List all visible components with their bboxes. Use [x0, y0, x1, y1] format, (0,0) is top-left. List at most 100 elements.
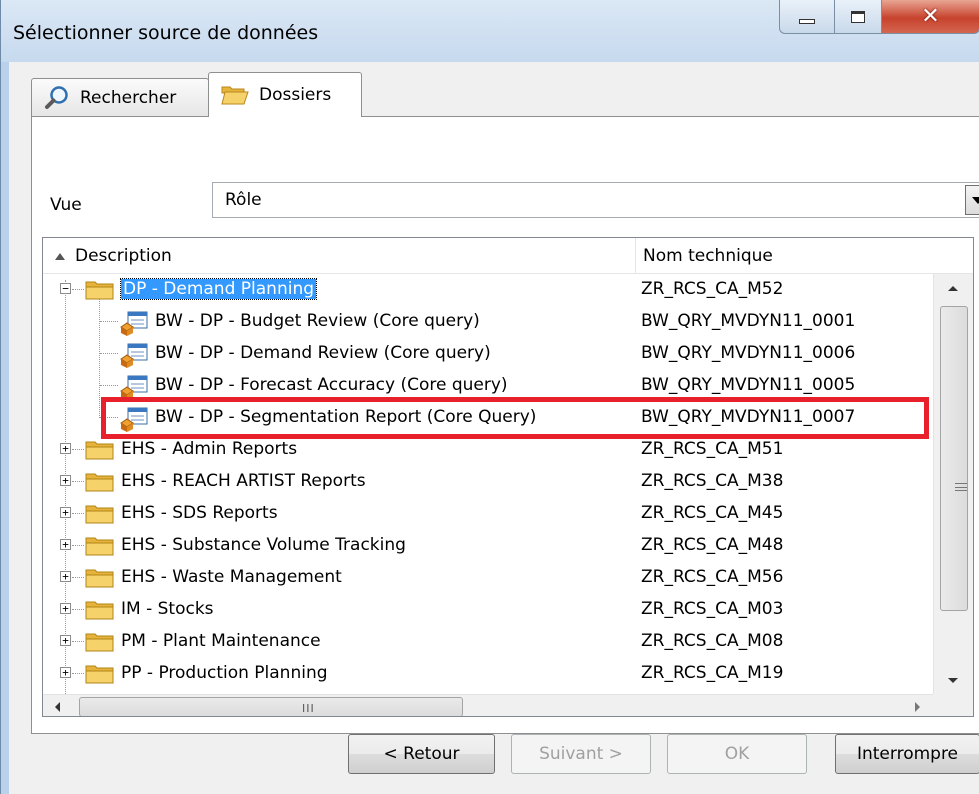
- tree-folder-row[interactable]: + PP - Production Planning ZR_RCS_CA_M19: [43, 658, 933, 690]
- tree-item-technical-name: ZR_RCS_CA_M48: [641, 535, 784, 555]
- tree-item-label[interactable]: EHS - Waste Management: [121, 567, 342, 587]
- folder-icon: [85, 471, 115, 493]
- tree-line: [72, 545, 84, 546]
- tree-query-row[interactable]: BW - DP - Demand Review (Core query) BW_Q…: [43, 338, 933, 370]
- tree-item-label[interactable]: EHS - Admin Reports: [121, 439, 297, 459]
- tab-search-label: Rechercher: [80, 87, 177, 108]
- cancel-button[interactable]: Interrompre: [835, 734, 979, 774]
- next-button[interactable]: Suivant >: [511, 734, 651, 774]
- collapse-icon[interactable]: −: [60, 283, 71, 294]
- folder-icon: [85, 599, 115, 621]
- expand-icon[interactable]: +: [60, 475, 71, 486]
- tree-item-label[interactable]: IM - Stocks: [121, 599, 214, 619]
- highlight-annotation-box: [101, 397, 929, 439]
- expand-icon[interactable]: +: [60, 603, 71, 614]
- tree-item-label[interactable]: EHS - REACH ARTIST Reports: [121, 471, 366, 491]
- folder-icon: [85, 631, 115, 653]
- tree-folder-row[interactable]: + IM - Stocks ZR_RCS_CA_M03: [43, 594, 933, 626]
- tree-item-technical-name: ZR_RCS_CA_M38: [641, 471, 784, 491]
- folder-icon: [85, 279, 115, 301]
- back-button[interactable]: < Retour: [348, 734, 495, 774]
- view-select-dropdown-button[interactable]: [965, 185, 979, 215]
- column-header-technical-name[interactable]: Nom technique: [643, 246, 773, 266]
- tree-item-label[interactable]: BW - DP - Forecast Accuracy (Core query): [155, 375, 508, 395]
- tab-search[interactable]: Rechercher: [31, 78, 209, 116]
- tree-item-technical-name: BW_QRY_MVDYN11_0006: [641, 343, 856, 363]
- scroll-down-icon[interactable]: [948, 678, 958, 683]
- tree-folder-row[interactable]: + EHS - REACH ARTIST Reports ZR_RCS_CA_M38: [43, 466, 933, 498]
- view-select-value: Rôle: [225, 190, 262, 210]
- tree-item-technical-name: ZR_RCS_CA_M45: [641, 503, 784, 523]
- scrollbar-corner: [933, 694, 973, 716]
- tree-folder-row[interactable]: + EHS - Substance Volume Tracking ZR_RCS_C…: [43, 530, 933, 562]
- tree-folder-row[interactable]: − DP - Demand Planning ZR_RCS_CA_M52: [43, 274, 933, 306]
- expand-icon[interactable]: +: [60, 571, 71, 582]
- window-title: Sélectionner source de données: [13, 22, 319, 44]
- tree-rows: − DP - Demand Planning ZR_RCS_CA_M52 BW - D…: [43, 274, 933, 716]
- expand-icon[interactable]: +: [60, 667, 71, 678]
- minimize-button[interactable]: [779, 0, 835, 34]
- data-source-tree: Description Nom technique − DP - Demand P…: [42, 237, 974, 717]
- tree-folder-row[interactable]: + PM - Plant Maintenance ZR_RCS_CA_M08: [43, 626, 933, 658]
- vertical-scroll-thumb[interactable]: [940, 306, 968, 611]
- tree-item-label[interactable]: EHS - SDS Reports: [121, 503, 278, 523]
- expand-icon[interactable]: +: [60, 507, 71, 518]
- minimize-icon: [799, 19, 815, 24]
- vertical-scrollbar[interactable]: [933, 274, 973, 694]
- tree-line: [72, 449, 84, 450]
- chevron-down-icon: [972, 196, 979, 204]
- column-divider[interactable]: [635, 238, 636, 274]
- horizontal-scroll-thumb[interactable]: III: [79, 697, 463, 716]
- tree-item-technical-name: ZR_RCS_CA_M03: [641, 599, 784, 619]
- tree-item-label[interactable]: BW - DP - Budget Review (Core query): [155, 311, 480, 331]
- tree-folder-row[interactable]: + EHS - Admin Reports ZR_RCS_CA_M51: [43, 434, 933, 466]
- close-icon: ✕: [921, 4, 940, 29]
- horizontal-scrollbar[interactable]: III: [43, 694, 933, 716]
- tree-line: [100, 321, 118, 322]
- ok-button[interactable]: OK: [667, 734, 807, 774]
- expand-icon[interactable]: +: [60, 635, 71, 646]
- tree-line: [72, 577, 84, 578]
- scroll-up-icon[interactable]: [948, 286, 958, 291]
- tree-item-label[interactable]: PM - Plant Maintenance: [121, 631, 321, 651]
- tree-folder-row[interactable]: + EHS - Waste Management ZR_RCS_CA_M56: [43, 562, 933, 594]
- maximize-icon: [851, 10, 865, 23]
- close-button[interactable]: ✕: [881, 0, 979, 34]
- tree-item-technical-name: ZR_RCS_CA_M56: [641, 567, 784, 587]
- tree-line: [72, 513, 84, 514]
- tree-line: [72, 673, 84, 674]
- folders-panel: Vue Rôle Description Nom technique − DP -…: [31, 116, 979, 734]
- tree-query-row[interactable]: BW - DP - Budget Review (Core query) BW_Q…: [43, 306, 933, 338]
- folder-open-icon: [221, 84, 249, 106]
- tree-item-technical-name: ZR_RCS_CA_M51: [641, 439, 784, 459]
- folder-icon: [85, 503, 115, 525]
- tree-line: [100, 353, 118, 354]
- tree-line: [72, 481, 84, 482]
- folder-icon: [85, 439, 115, 461]
- expand-icon[interactable]: +: [60, 443, 71, 454]
- tab-folders-label: Dossiers: [259, 85, 332, 105]
- folder-icon: [85, 663, 115, 685]
- tree-line: [100, 385, 118, 386]
- tree-item-label[interactable]: EHS - Substance Volume Tracking: [121, 535, 406, 555]
- maximize-button[interactable]: [834, 0, 882, 34]
- column-header-description-label: Description: [75, 246, 172, 266]
- tree-item-technical-name: BW_QRY_MVDYN11_0001: [641, 311, 856, 331]
- tab-folders[interactable]: Dossiers: [208, 72, 362, 117]
- folder-icon: [85, 567, 115, 589]
- grip-icon: [955, 483, 967, 491]
- tree-item-label[interactable]: BW - DP - Demand Review (Core query): [155, 343, 491, 363]
- dialog-body: Rechercher Dossiers Vue Rôle Description…: [9, 62, 979, 794]
- expand-icon[interactable]: +: [60, 539, 71, 550]
- tree-item-label[interactable]: PP - Production Planning: [121, 663, 328, 683]
- scroll-right-icon[interactable]: [915, 702, 920, 712]
- scroll-left-icon[interactable]: [55, 702, 60, 712]
- search-icon: [44, 85, 70, 111]
- query-icon: [119, 310, 149, 336]
- tree-item-technical-name: ZR_RCS_CA_M19: [641, 663, 784, 683]
- view-select[interactable]: Rôle: [212, 182, 979, 218]
- tree-item-label[interactable]: DP - Demand Planning: [119, 278, 318, 300]
- column-header: Description Nom technique: [43, 238, 973, 274]
- column-header-description[interactable]: Description: [55, 246, 172, 266]
- tree-folder-row[interactable]: + EHS - SDS Reports ZR_RCS_CA_M45: [43, 498, 933, 530]
